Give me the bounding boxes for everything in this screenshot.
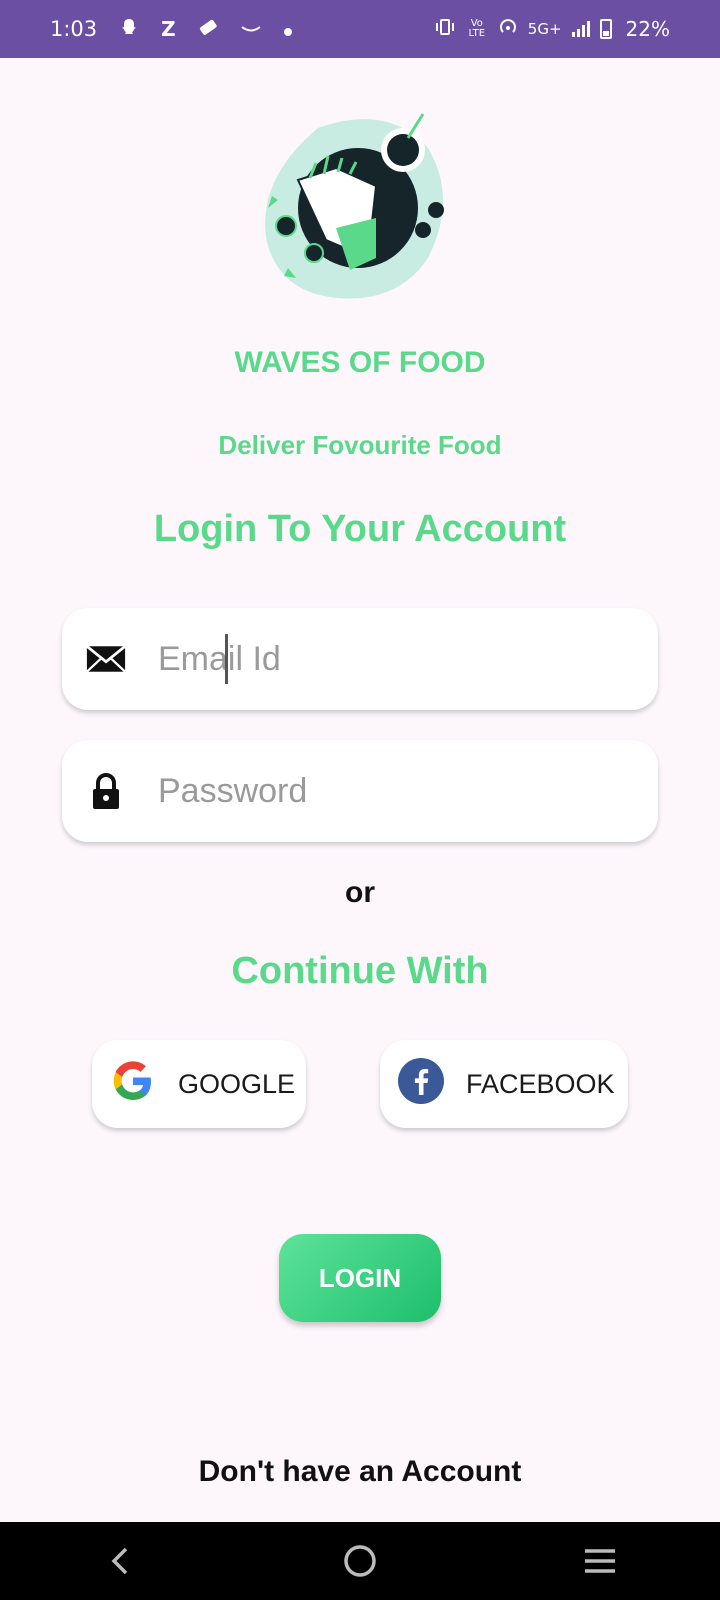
facebook-label: FACEBOOK: [466, 1068, 615, 1099]
google-button[interactable]: GOOGLE: [92, 1040, 306, 1128]
snapchat-icon: [119, 17, 139, 42]
recents-icon[interactable]: [570, 1531, 630, 1591]
text-cursor: [225, 634, 228, 684]
login-heading: Login To Your Account: [153, 508, 567, 550]
battery-icon: [599, 19, 612, 39]
network-type: 5G+: [527, 20, 562, 38]
vibrate-icon: [434, 18, 456, 40]
password-field[interactable]: [62, 740, 658, 842]
continue-with-label: Continue With: [231, 950, 489, 992]
google-icon: [110, 1058, 156, 1111]
food-illustration: [258, 108, 458, 308]
facebook-icon: [398, 1057, 444, 1111]
status-bar: 1:03 Z Vo LTE 5G+ 22%: [0, 0, 720, 58]
lock-icon: [86, 771, 126, 811]
system-nav-bar: [0, 1522, 720, 1600]
login-button[interactable]: LOGIN: [279, 1234, 441, 1322]
password-input[interactable]: [158, 771, 618, 811]
app-brand-title: WAVES OF FOOD: [234, 346, 486, 379]
facebook-button[interactable]: FACEBOOK: [380, 1040, 628, 1128]
hotspot-icon: [498, 17, 518, 41]
home-icon[interactable]: [330, 1531, 390, 1591]
google-label: GOOGLE: [178, 1068, 296, 1099]
ticket-icon: [198, 17, 218, 42]
back-icon[interactable]: [90, 1531, 150, 1591]
status-left: 1:03 Z: [50, 17, 292, 42]
mail-icon: [86, 639, 126, 679]
status-time: 1:03: [50, 17, 98, 41]
amazon-icon: [240, 17, 262, 41]
email-field[interactable]: [62, 608, 658, 710]
signup-link[interactable]: Don't have an Account: [0, 1455, 720, 1489]
dot-icon: [283, 17, 292, 41]
battery-percent: 22%: [625, 17, 670, 41]
status-right: Vo LTE 5G+ 22%: [434, 17, 670, 41]
z-icon: Z: [161, 17, 176, 41]
app-tagline: Deliver Fovourite Food: [218, 430, 502, 460]
signal-icon: [571, 21, 590, 37]
volte-icon: Vo LTE: [468, 18, 486, 39]
or-divider: or: [345, 876, 375, 909]
